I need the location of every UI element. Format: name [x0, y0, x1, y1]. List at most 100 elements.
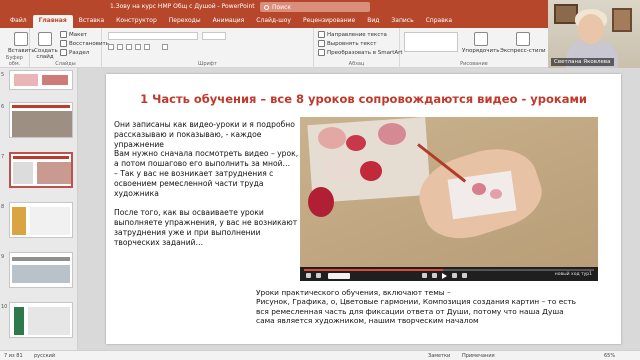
settings-icon[interactable]: [306, 273, 311, 278]
search-placeholder: Поиск: [272, 3, 292, 11]
bold-icon[interactable]: [108, 44, 114, 50]
section-icon: [60, 49, 67, 56]
arrange-button[interactable]: Упорядочить: [462, 32, 500, 54]
new-slide-label: Создать слайд: [34, 48, 58, 60]
slide-title[interactable]: 1 Часть обучения – все 8 уроков сопровож…: [106, 92, 621, 106]
paint-blot: [324, 155, 356, 181]
group-label-drawing: Рисование: [460, 61, 488, 67]
tab-insert[interactable]: Вставка: [73, 17, 110, 28]
group-label-clipboard: Буфер обм.: [6, 55, 23, 67]
font-size-select[interactable]: [202, 32, 226, 40]
volume-icon[interactable]: [316, 273, 321, 278]
font-color-icon[interactable]: [162, 44, 168, 50]
shapes-gallery[interactable]: [404, 32, 458, 52]
embedded-video[interactable]: новый ход тур1: [300, 117, 598, 281]
slide-thumbnail[interactable]: [9, 70, 73, 90]
underline-icon[interactable]: [126, 44, 132, 50]
forward-icon[interactable]: [462, 273, 467, 278]
status-bar: 7 из 81 русский Заметки Примечания 65%: [0, 350, 640, 360]
video-call-feed[interactable]: Светлана Яковлева: [548, 0, 640, 68]
tab-help[interactable]: Справка: [420, 17, 458, 28]
slide-body-text[interactable]: Они записаны как видео-уроки и я подробн…: [114, 120, 300, 247]
new-slide-icon: [38, 32, 52, 46]
group-paragraph: Направление текста Выровнять текст Преоб…: [314, 28, 403, 68]
tab-animations[interactable]: Анимация: [207, 17, 251, 28]
shadow-icon[interactable]: [144, 44, 150, 50]
slide-thumbnail[interactable]: [9, 302, 73, 338]
next-icon[interactable]: [452, 273, 457, 278]
strikethrough-icon[interactable]: [135, 44, 141, 50]
tab-design[interactable]: Конструктор: [110, 17, 163, 28]
thumbnail-number: 8: [1, 204, 5, 210]
title-bar: 1.Зову на курс НМР Общ с Душой - PowerPo…: [0, 0, 548, 14]
slide-thumbnail[interactable]: [9, 102, 73, 138]
group-clipboard: Вставить Буфер обм.: [0, 28, 35, 68]
powerpoint-window: 1.Зову на курс НМР Общ с Душой - PowerPo…: [0, 0, 640, 360]
video-thumbnail-preview: [328, 273, 350, 279]
layout-icon: [60, 31, 67, 38]
current-slide[interactable]: 1 Часть обучения – все 8 уроков сопровож…: [106, 74, 621, 344]
paint-blot: [308, 187, 334, 217]
text-direction-button[interactable]: Направление текста: [318, 31, 387, 38]
play-icon[interactable]: [442, 273, 447, 279]
participant-face: [578, 14, 604, 44]
layout-button[interactable]: Макет: [60, 31, 87, 38]
paint-blot: [360, 161, 382, 181]
tab-transitions[interactable]: Переходы: [163, 17, 207, 28]
video-progress-fill: [304, 269, 444, 271]
tab-slideshow[interactable]: Слайд-шоу: [250, 17, 297, 28]
zoom-level[interactable]: 65%: [604, 353, 615, 359]
thumbnail-number: 6: [1, 104, 5, 110]
group-font: Шрифт: [102, 28, 314, 68]
document-title: 1.Зову на курс НМР Общ с Душой - PowerPo…: [110, 3, 255, 10]
tab-view[interactable]: Вид: [361, 17, 385, 28]
thumbnail-number: 7: [1, 154, 5, 160]
group-label-slides: Слайды: [55, 61, 76, 67]
paint-blot: [378, 123, 406, 145]
align-text-button[interactable]: Выровнять текст: [318, 40, 376, 47]
group-drawing: Упорядочить Экспресс-стили Рисование: [400, 28, 548, 68]
paint-blot: [346, 135, 366, 151]
paint-blot: [472, 183, 486, 195]
notes-button[interactable]: Заметки: [428, 353, 450, 359]
text-direction-icon: [318, 31, 325, 38]
tab-review[interactable]: Рецензирование: [297, 17, 361, 28]
ribbon: Вставить Буфер обм. Создать слайд Макет …: [0, 28, 548, 68]
group-label-font: Шрифт: [198, 61, 217, 67]
paint-blot: [490, 189, 502, 199]
search-icon: [264, 4, 269, 10]
wall-painting: [612, 8, 632, 32]
italic-icon[interactable]: [117, 44, 123, 50]
previous-icon[interactable]: [432, 273, 437, 278]
align-text-icon: [318, 40, 325, 47]
font-family-select[interactable]: [108, 32, 198, 40]
thumbnail-number: 5: [1, 72, 5, 78]
search-box[interactable]: Поиск: [260, 2, 370, 12]
language-indicator[interactable]: русский: [34, 353, 55, 359]
tab-file[interactable]: Файл: [4, 17, 33, 28]
group-label-paragraph: Абзац: [348, 61, 365, 67]
comments-button[interactable]: Примечания: [462, 353, 495, 359]
slide-thumbnail-selected[interactable]: [9, 152, 73, 188]
quick-styles-button[interactable]: Экспресс-стили: [500, 32, 546, 54]
video-progress-bar[interactable]: [304, 269, 594, 271]
slide-thumbnails-panel: 5 6 7 8 9 10: [0, 68, 78, 350]
smartart-button[interactable]: Преобразовать в SmartArt: [318, 49, 403, 56]
quick-styles-icon: [515, 32, 530, 46]
rewind-icon[interactable]: [422, 273, 427, 278]
new-slide-button[interactable]: Создать слайд: [34, 32, 58, 60]
group-slides: Создать слайд Макет Восстановить Раздел …: [30, 28, 109, 68]
reset-icon: [60, 40, 67, 47]
slide-caption-text[interactable]: Уроки практического обучения, включают т…: [256, 288, 576, 326]
tab-home[interactable]: Главная: [32, 15, 73, 28]
paste-icon: [14, 32, 29, 46]
video-controls: новый ход тур1: [300, 267, 598, 281]
participant-name: Светлана Яковлева: [551, 58, 614, 66]
video-label: новый ход тур1: [554, 272, 592, 277]
tab-record[interactable]: Запись: [385, 17, 419, 28]
slide-thumbnail[interactable]: [9, 202, 73, 238]
thumbnail-number: 9: [1, 254, 5, 260]
section-button[interactable]: Раздел: [60, 49, 89, 56]
slide-thumbnail[interactable]: [9, 252, 73, 288]
smartart-icon: [318, 49, 325, 56]
